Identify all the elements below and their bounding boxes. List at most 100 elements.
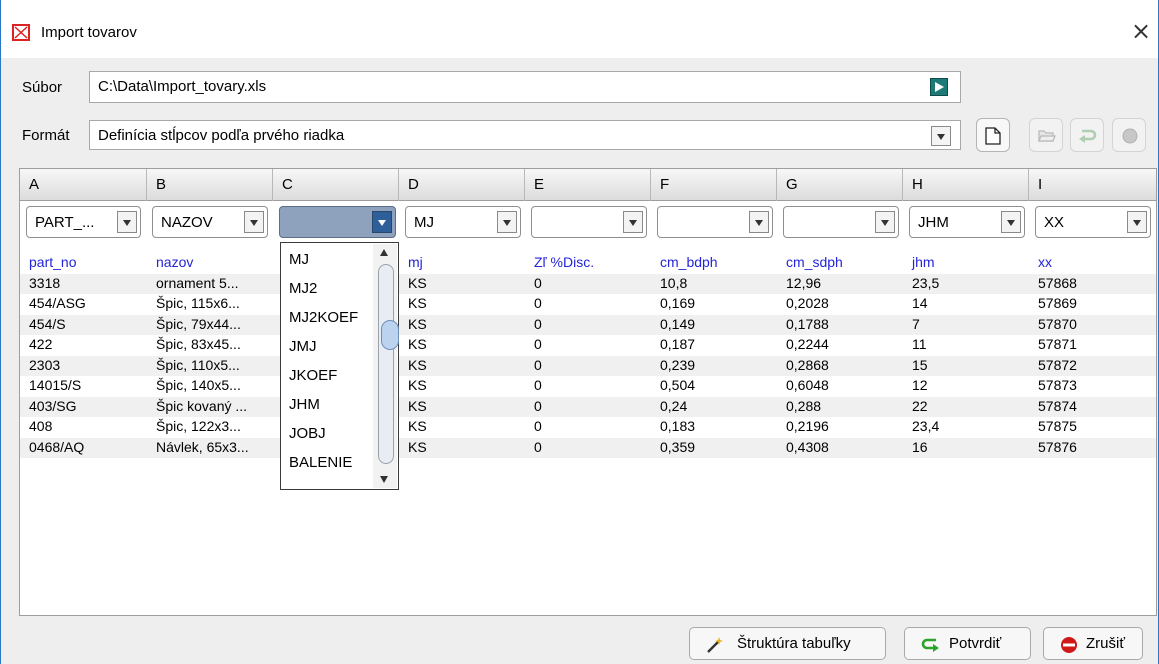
table-cell: 57871 [1038, 336, 1077, 352]
table-cell: KS [408, 295, 427, 311]
open-folder-button[interactable] [1029, 118, 1063, 152]
table-cell: 0,504 [660, 377, 696, 393]
table-cell: KS [408, 356, 427, 373]
play-icon[interactable] [930, 78, 948, 96]
dropdown-option[interactable]: JMJ [289, 338, 317, 355]
import-window: Import tovarov × Súbor C:\Data\Import_to… [0, 0, 1159, 664]
table-cell: Špic, 83x45... [156, 336, 241, 352]
table-cell: 0,187 [660, 336, 696, 352]
table-cell: 57876 [1038, 438, 1077, 455]
field-name-cell: cm_bdph [660, 254, 718, 270]
table-structure-button[interactable]: Štruktúra tabuľky [689, 627, 886, 660]
table-cell: KS [408, 315, 427, 332]
magic-wand-icon [707, 637, 723, 653]
column-header[interactable]: A [20, 169, 147, 201]
new-document-button[interactable] [976, 118, 1010, 152]
table-cell: 0,288 [786, 397, 822, 414]
confirm-button[interactable]: Potvrdiť [904, 627, 1031, 660]
table-cell: KS [408, 418, 427, 434]
window-title: Import tovarov [41, 24, 137, 41]
column-header[interactable]: C [273, 169, 399, 201]
table-cell: 14 [912, 295, 928, 311]
column-mapping-select[interactable]: XX [1035, 206, 1151, 238]
table-row[interactable]: 403/SG Špic kovaný ... KS 0 0,24 0,288 22 57874 [20, 396, 1156, 417]
column-mapping-select[interactable]: JHM [909, 206, 1025, 238]
clear-button[interactable] [1112, 118, 1146, 152]
table-cell: Špic kovaný ... [156, 397, 248, 414]
undo-button[interactable] [1070, 118, 1104, 152]
scrollbar-thumb[interactable] [378, 264, 399, 464]
table-cell: 57875 [1038, 418, 1077, 434]
table-cell: 0,239 [660, 356, 696, 373]
dropdown-scrollbar[interactable] [373, 244, 399, 488]
column-header[interactable]: H [903, 169, 1029, 201]
dropdown-option[interactable]: JOBJ [289, 425, 326, 442]
table-cell: 57873 [1038, 377, 1077, 393]
dropdown-option[interactable]: MJ2 [289, 280, 317, 297]
table-row[interactable]: 422 Špic, 83x45... KS 0 0,187 0,2244 11 57871 [20, 335, 1156, 355]
table-row[interactable]: 3318 ornament 5... KS 0 10,8 12,96 23,5 57868 [20, 273, 1156, 294]
column-header[interactable]: B [147, 169, 273, 201]
table-cell: KS [408, 397, 427, 414]
table-cell: 11 [912, 336, 927, 352]
field-name-cell: Zľ %Disc. [534, 254, 595, 270]
table-cell: 0 [534, 377, 542, 393]
table-cell: 0,4308 [786, 438, 829, 455]
column-mapping-select[interactable]: MJ [405, 206, 521, 238]
table-row[interactable]: 454/ASG Špic, 115x6... KS 0 0,169 0,2028 14 578… [20, 294, 1156, 314]
table-cell: KS [408, 274, 427, 291]
table-cell: 0 [534, 438, 542, 455]
column-header[interactable]: D [399, 169, 525, 201]
table-cell: 0 [534, 336, 542, 352]
import-table: A B C D E F G H I PART_... NAZOV MJ JHM … [19, 168, 1157, 616]
table-row[interactable]: 454/S Špic, 79x44... KS 0 0,149 0,1788 7 57870 [20, 314, 1156, 335]
scroll-down-icon[interactable] [380, 476, 388, 483]
table-cell: 0,149 [660, 315, 696, 332]
table-cell: 0 [534, 295, 542, 311]
format-select[interactable]: Definícia stĺpcov podľa prvého riadka [89, 120, 961, 150]
column-header[interactable]: F [651, 169, 777, 201]
scroll-up-icon[interactable] [380, 249, 388, 256]
chevron-down-icon[interactable] [931, 126, 951, 146]
column-header[interactable]: G [777, 169, 903, 201]
table-cell: KS [408, 438, 427, 455]
dropdown-option[interactable]: MJ2KOEF [289, 309, 358, 326]
table-cell: Návlek, 65x3... [156, 438, 249, 455]
table-cell: 0 [534, 356, 542, 373]
column-header[interactable]: I [1029, 169, 1156, 201]
table-cell: 0,1788 [786, 315, 829, 332]
field-name-cell: xx [1038, 254, 1052, 270]
dropdown-option[interactable]: MJ [289, 251, 309, 268]
column-mapping-select[interactable] [279, 206, 396, 238]
column-mapping-select[interactable] [531, 206, 647, 238]
table-cell: 403/SG [29, 397, 77, 414]
table-row[interactable]: 0468/AQ Návlek, 65x3... KS 0 0,359 0,4308 16 57… [20, 437, 1156, 458]
table-cell: 57874 [1038, 397, 1077, 414]
table-cell: 23,5 [912, 274, 940, 291]
table-cell: 57868 [1038, 274, 1077, 291]
table-row[interactable]: 14015/S Špic, 140x5... KS 0 0,504 0,6048 12 578… [20, 376, 1156, 396]
cancel-button[interactable]: Zrušiť [1043, 627, 1143, 660]
table-cell: 0,2244 [786, 336, 829, 352]
dropdown-option[interactable]: JHM [289, 396, 320, 413]
table-cell: 0,2868 [786, 356, 829, 373]
table-cell: 0 [534, 274, 542, 291]
column-mapping-select[interactable]: NAZOV [152, 206, 268, 238]
file-path-input[interactable]: C:\Data\Import_tovary.xls [89, 71, 961, 103]
dropdown-option[interactable]: BALENIE [289, 454, 352, 471]
table-row[interactable]: 2303 Špic, 110x5... KS 0 0,239 0,2868 15 57872 [20, 355, 1156, 376]
column-header[interactable]: E [525, 169, 651, 201]
close-button[interactable]: × [1126, 18, 1156, 46]
column-mapping-row: PART_... NAZOV MJ JHM XX [20, 201, 1156, 241]
table-row[interactable]: 408 Špic, 122x3... KS 0 0,183 0,2196 23,4 57875 [20, 417, 1156, 437]
column-mapping-select[interactable] [657, 206, 773, 238]
mapping-dropdown-list[interactable]: MJ MJ2 MJ2KOEF JMJ JKOEF JHM JOBJ BALENI… [280, 242, 399, 490]
table-cell: 12,96 [786, 274, 822, 291]
dropdown-option[interactable]: JKOEF [289, 367, 337, 384]
table-cell: Špic, 110x5... [156, 356, 240, 373]
undo-arrow-icon [1079, 129, 1097, 143]
column-mapping-select[interactable]: PART_... [26, 206, 141, 238]
field-name-row[interactable]: part_no nazov mj Zľ %Disc. cm_bdph cm_sdph jhm… [20, 253, 1156, 273]
column-header-row: A B C D E F G H I [20, 169, 1156, 201]
column-mapping-select[interactable] [783, 206, 899, 238]
